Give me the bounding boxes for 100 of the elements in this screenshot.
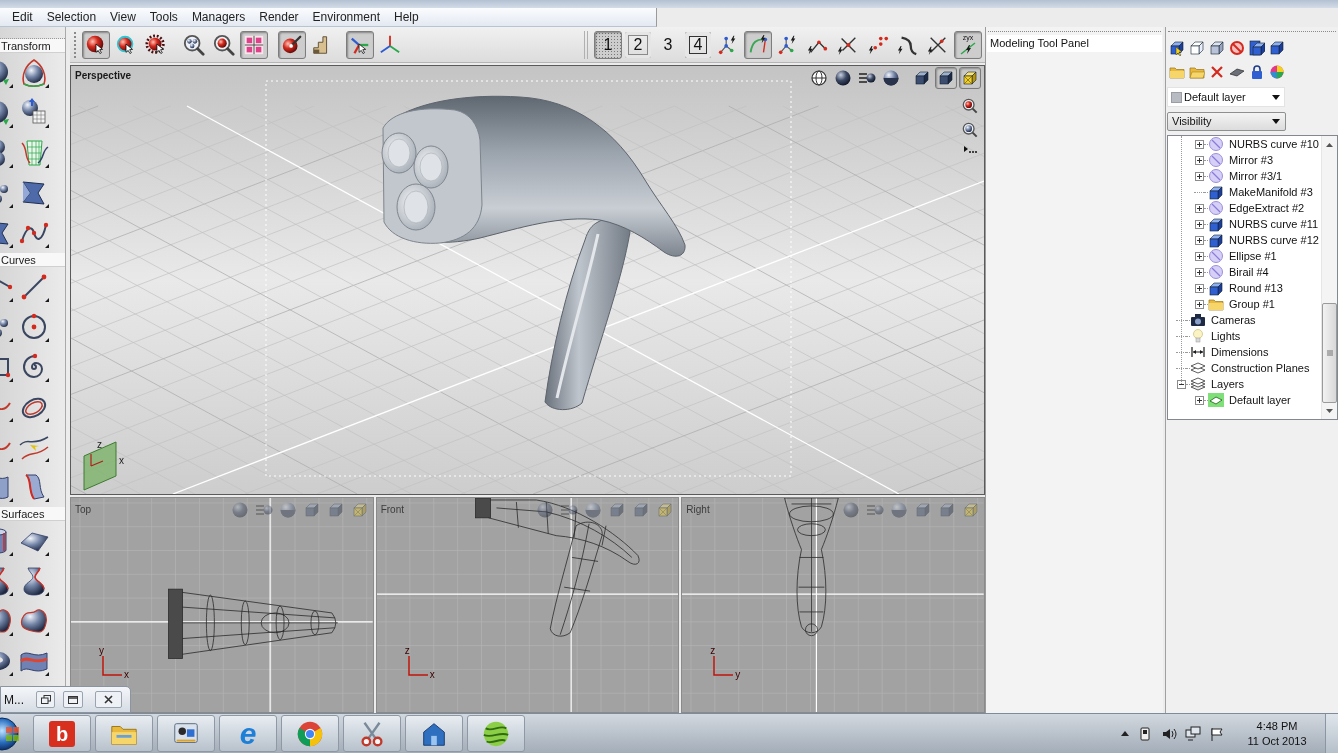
circle-slash-icon — [1208, 168, 1224, 184]
menu-item[interactable]: Help — [387, 8, 426, 26]
maximize-button[interactable] — [63, 691, 83, 708]
expand-icon[interactable] — [1194, 299, 1204, 309]
cube-outline-icon[interactable] — [1189, 40, 1205, 56]
section-header[interactable]: Curves — [0, 253, 65, 267]
layer-dropdown[interactable]: Default layer — [1167, 87, 1285, 107]
lock-icon[interactable] — [1249, 64, 1265, 80]
tree-item[interactable]: Ellipse #1 — [1229, 249, 1277, 263]
caret-down-icon — [1272, 94, 1280, 100]
prohibited-icon[interactable] — [1229, 40, 1245, 56]
tree-item[interactable]: Birail #4 — [1229, 265, 1269, 279]
tree-item[interactable]: Mirror #3/1 — [1229, 169, 1283, 183]
caret-down-icon[interactable] — [1326, 409, 1333, 413]
layout-button[interactable]: 2 — [624, 30, 652, 59]
cross-icon[interactable] — [1209, 64, 1225, 80]
cube-page-icon[interactable] — [1249, 40, 1265, 56]
clock-time[interactable]: 4:48 PM — [1256, 718, 1298, 734]
taskbar-button[interactable] — [405, 715, 463, 752]
menu-item[interactable]: Selection — [39, 8, 104, 26]
wireframe-cube-icon — [961, 69, 979, 87]
caret-up-icon[interactable] — [1121, 731, 1129, 736]
expand-icon[interactable] — [1194, 203, 1204, 213]
mode-dropdown[interactable]: Visibility — [1167, 112, 1286, 131]
axis-plane-icon — [83, 440, 119, 492]
display-mode-button[interactable] — [808, 67, 830, 89]
axis-label: z — [404, 646, 410, 656]
expand-icon[interactable] — [1194, 219, 1204, 229]
taskbar-button[interactable]: b — [33, 715, 91, 752]
tree-item[interactable]: Group #1 — [1229, 297, 1275, 311]
zoom-icon[interactable] — [962, 122, 978, 138]
tree-item[interactable]: Construction Planes — [1211, 361, 1310, 375]
expand-icon[interactable] — [1194, 139, 1204, 149]
network-icon[interactable] — [1185, 725, 1201, 742]
cube-icon[interactable] — [1209, 40, 1225, 56]
expand-icon[interactable] — [1194, 155, 1204, 165]
menu-item[interactable]: Managers — [184, 8, 253, 26]
collapse-icon[interactable] — [1176, 379, 1186, 389]
menu-item[interactable]: Tools — [142, 8, 185, 26]
section-header[interactable]: Surfaces — [0, 507, 65, 521]
tree-item[interactable]: MakeManifold #3 — [1229, 185, 1313, 199]
grid-squares-icon — [243, 33, 265, 56]
tree-item[interactable]: Default layer — [1229, 393, 1291, 407]
tree-item[interactable]: Dimensions — [1211, 345, 1269, 359]
tree-item[interactable]: NURBS curve #11 — [1229, 217, 1319, 231]
tree-item[interactable]: Cameras — [1211, 313, 1256, 327]
tree-item[interactable]: NURBS curve #10 — [1229, 137, 1319, 151]
grid-warp-icon[interactable] — [18, 137, 50, 169]
folder-icon — [1208, 296, 1224, 312]
window-title: M... — [4, 691, 24, 709]
restore-button[interactable] — [36, 691, 55, 708]
tool-button[interactable] — [278, 30, 306, 59]
expand-icon[interactable] — [1194, 267, 1204, 277]
tool-button[interactable] — [82, 30, 110, 59]
expand-icon[interactable] — [1194, 235, 1204, 245]
display-mode-button[interactable] — [959, 67, 981, 89]
menu-item[interactable]: Environment — [305, 8, 387, 26]
tree-item[interactable]: Layers — [1211, 377, 1245, 391]
tree-item[interactable]: NURBS curve #12 — [1229, 233, 1319, 247]
flag-icon[interactable] — [1209, 725, 1225, 742]
expand-icon[interactable] — [1194, 251, 1204, 261]
cube-icon[interactable] — [1269, 40, 1285, 56]
circle-slash-icon — [1208, 248, 1224, 264]
scrollbar-thumb[interactable] — [1322, 303, 1337, 403]
display-mode-button[interactable] — [935, 67, 957, 89]
layout-button[interactable]: 4 — [684, 30, 712, 59]
taskbar-button[interactable] — [157, 715, 215, 752]
taskbar-button[interactable] — [281, 715, 339, 752]
expand-icon[interactable] — [1194, 171, 1204, 181]
taskbar-button[interactable] — [467, 715, 525, 752]
layout-button[interactable]: 1 — [594, 30, 622, 59]
tree-item[interactable]: Round #13 — [1229, 281, 1283, 295]
folder-icon[interactable] — [1189, 64, 1205, 80]
tree-item[interactable]: Mirror #3 — [1229, 153, 1273, 167]
arrow-dots-icon[interactable] — [963, 146, 977, 154]
menu-item[interactable]: View — [103, 8, 143, 26]
folder-icon[interactable] — [1169, 64, 1185, 80]
clock-date[interactable]: 11 Oct 2013 — [1247, 733, 1307, 749]
taskbar-button[interactable] — [343, 715, 401, 752]
vase-icon[interactable] — [0, 565, 14, 597]
light-bulb-icon — [1190, 328, 1206, 344]
color-wheel-icon[interactable] — [1269, 64, 1285, 80]
menu-item[interactable]: Edit — [5, 8, 40, 26]
section-header[interactable]: Transform — [0, 39, 65, 53]
zoom-icon[interactable] — [962, 98, 978, 114]
tube-icon[interactable] — [0, 525, 14, 557]
expand-icon[interactable] — [1194, 283, 1204, 293]
caret-up-icon[interactable] — [1326, 142, 1333, 147]
close-icon — [104, 695, 113, 704]
cube-cursor-icon[interactable] — [1169, 40, 1185, 56]
layout-button[interactable]: 3 — [654, 30, 682, 59]
scrollbar-track[interactable] — [1321, 136, 1337, 419]
device-icon[interactable] — [1137, 725, 1153, 742]
close-button[interactable] — [95, 691, 122, 708]
spheres-icon[interactable] — [0, 137, 14, 169]
sphere-icon[interactable] — [536, 501, 555, 519]
menu-item[interactable]: Render — [252, 8, 306, 26]
tree-item[interactable]: EdgeExtract #2 — [1229, 201, 1305, 215]
expand-icon[interactable] — [1194, 395, 1204, 405]
tree-item[interactable]: Lights — [1211, 329, 1241, 343]
